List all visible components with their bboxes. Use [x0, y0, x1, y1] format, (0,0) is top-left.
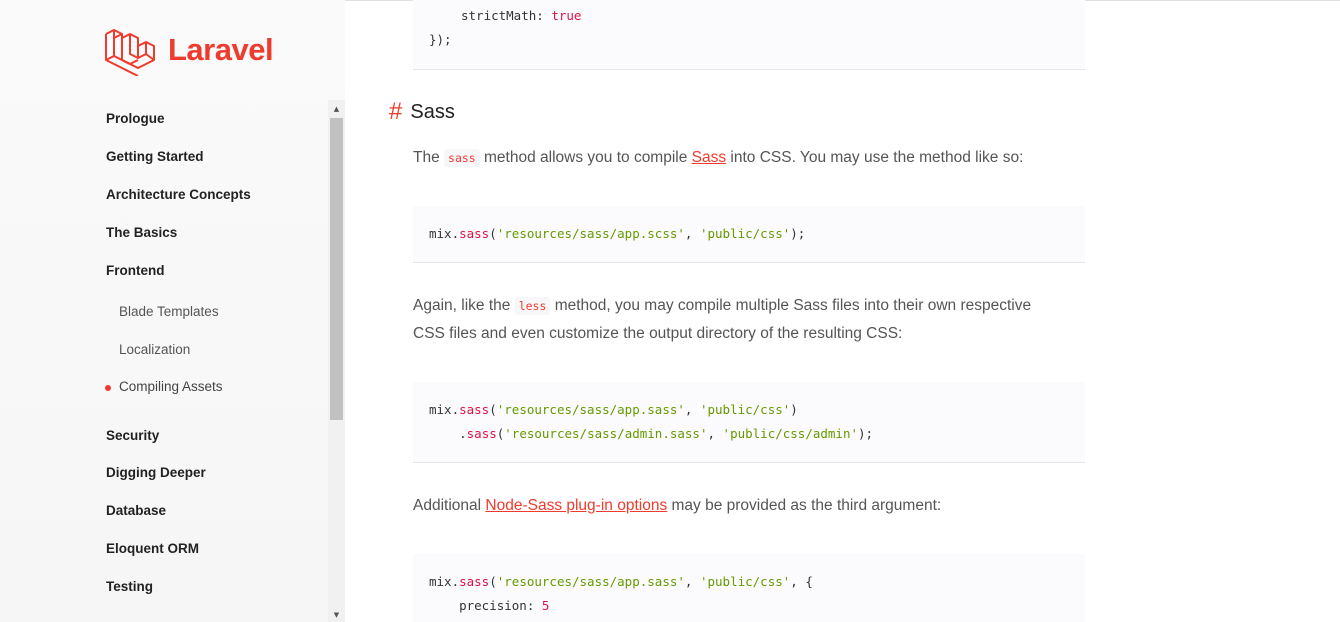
docs-nav: Prologue Getting Started Architecture Co…	[0, 100, 328, 622]
code-block-previous: strictMath: true });	[413, 0, 1085, 70]
active-indicator-dot	[105, 385, 111, 391]
code-block-sass-multiple: mix.sass('resources/sass/app.sass', 'pub…	[413, 382, 1085, 463]
brand-name: Laravel	[168, 32, 274, 67]
paragraph-node-sass-options: Additional Node-Sass plug-in options may…	[413, 497, 942, 514]
sidebar-subitem-localization[interactable]: Localization	[119, 342, 190, 357]
sidebar-item-prologue[interactable]: Prologue	[106, 111, 165, 126]
scroll-up-arrow-icon[interactable]: ▲	[328, 102, 345, 116]
sidebar-item-architecture-concepts[interactable]: Architecture Concepts	[106, 187, 251, 202]
sidebar-subitem-compiling-assets[interactable]: Compiling Assets	[105, 379, 223, 394]
code-line: mix.sass('resources/sass/app.scss', 'pub…	[429, 226, 806, 241]
heading-title: Sass	[410, 100, 455, 123]
sidebar-item-testing[interactable]: Testing	[106, 579, 153, 594]
docs-content: strictMath: true }); # Sass The sass met…	[345, 0, 1340, 622]
sidebar-item-frontend[interactable]: Frontend	[106, 263, 165, 278]
code-line: strictMath: true	[461, 8, 582, 23]
sidebar-item-security[interactable]: Security	[106, 428, 159, 443]
link-sass[interactable]: Sass	[692, 149, 726, 166]
paragraph-multiple-files: Again, like the less method, you may com…	[413, 297, 1032, 342]
sidebar: Laravel Prologue Getting Started Archite…	[0, 0, 345, 622]
code-block-sass-basic: mix.sass('resources/sass/app.scss', 'pub…	[413, 206, 1085, 263]
sidebar-item-eloquent-orm[interactable]: Eloquent ORM	[106, 541, 199, 556]
code-block-sass-options: mix.sass('resources/sass/app.sass', 'pub…	[413, 554, 1085, 622]
sidebar-item-digging-deeper[interactable]: Digging Deeper	[106, 465, 206, 480]
code-line: });	[429, 32, 452, 47]
link-node-sass-options[interactable]: Node-Sass plug-in options	[485, 497, 667, 514]
scrollbar-thumb[interactable]	[330, 118, 343, 420]
scroll-down-arrow-icon[interactable]: ▼	[328, 608, 345, 622]
code-line: .sass('resources/sass/admin.sass', 'publ…	[429, 426, 874, 441]
laravel-logo[interactable]: Laravel	[104, 24, 274, 76]
sidebar-scrollbar[interactable]: ▲ ▼	[328, 100, 345, 622]
sidebar-subitem-blade-templates[interactable]: Blade Templates	[119, 304, 219, 319]
inline-code: less	[514, 297, 551, 315]
code-line: mix.sass('resources/sass/app.sass', 'pub…	[429, 574, 813, 589]
paragraph-sass-intro: The sass method allows you to compile Sa…	[413, 149, 1024, 167]
sidebar-subitem-label: Compiling Assets	[119, 379, 223, 394]
inline-code: sass	[444, 149, 480, 167]
heading-anchor-link[interactable]: #	[389, 98, 402, 126]
sidebar-item-database[interactable]: Database	[106, 503, 166, 518]
sidebar-item-getting-started[interactable]: Getting Started	[106, 149, 204, 164]
code-line: mix.sass('resources/sass/app.sass', 'pub…	[429, 402, 798, 417]
laravel-logo-icon	[105, 29, 155, 76]
sidebar-item-the-basics[interactable]: The Basics	[106, 225, 177, 240]
section-heading-sass: # Sass	[389, 98, 455, 126]
code-line: precision: 5	[429, 598, 550, 613]
